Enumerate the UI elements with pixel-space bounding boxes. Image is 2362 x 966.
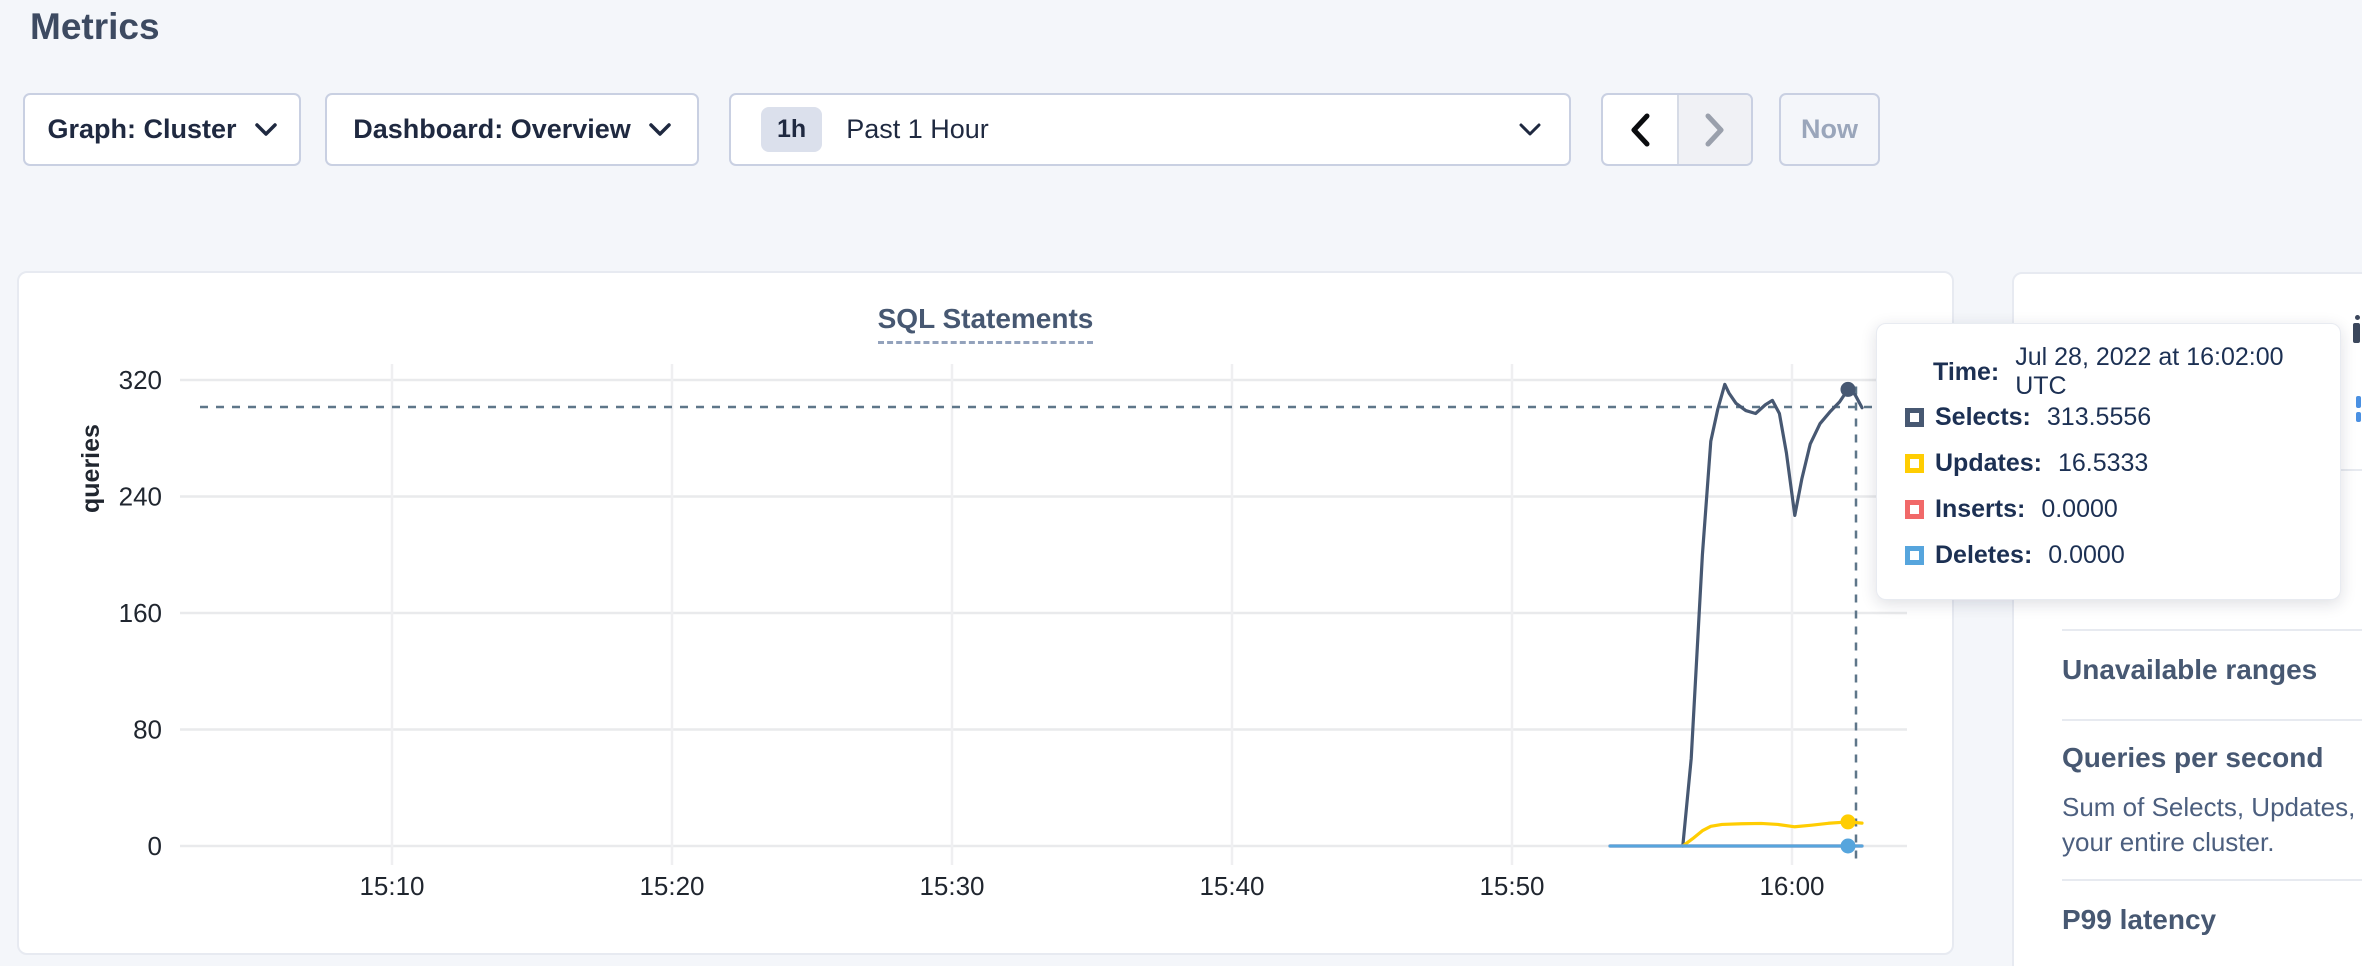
tooltip-series-value: 16.5333 — [2058, 449, 2148, 478]
tooltip-series-label: Inserts: — [1935, 495, 2025, 524]
sql-statements-chart[interactable]: 0 80 160 240 320 15:10 15:20 15:30 15:40 15:50 16:… — [19, 273, 1952, 953]
clipped-link-fragment — [2356, 396, 2361, 408]
selects-swatch-icon — [1905, 408, 1924, 427]
inserts-swatch-icon — [1905, 500, 1924, 519]
svg-text:240: 240 — [119, 482, 162, 512]
tooltip-time-label: Time: — [1933, 358, 1999, 387]
now-button[interactable]: Now — [1779, 93, 1880, 166]
sidebar-description-line: your entire cluster. — [2062, 825, 2274, 860]
sql-statements-card: SQL Statements queries 0 80 160 240 320 15:10… — [17, 271, 1954, 955]
tooltip-time-row: Time: Jul 28, 2022 at 16:02:00 UTC — [1905, 350, 2340, 394]
sidebar-divider — [2062, 879, 2362, 881]
tooltip-series-label: Selects: — [1935, 403, 2031, 432]
svg-text:80: 80 — [133, 715, 162, 745]
prev-time-button[interactable] — [1603, 95, 1677, 164]
svg-text:16:00: 16:00 — [1759, 871, 1824, 901]
time-nav-group — [1601, 93, 1753, 166]
time-range-label: Past 1 Hour — [846, 114, 1495, 145]
now-button-label: Now — [1801, 114, 1858, 145]
chevron-down-icon — [649, 123, 671, 137]
graph-dropdown-label: Graph: Cluster — [47, 114, 236, 145]
tooltip-time-value: Jul 28, 2022 at 16:02:00 UTC — [2015, 343, 2340, 401]
tooltip-series-value: 0.0000 — [2041, 495, 2117, 524]
updates-swatch-icon — [1905, 454, 1924, 473]
tooltip-series-row: Deletes: 0.0000 — [1905, 532, 2340, 578]
y-axis-label: queries — [77, 424, 106, 513]
sidebar-heading: Unavailable ranges — [2062, 654, 2317, 686]
chevron-left-icon — [1629, 113, 1651, 147]
sidebar-divider — [2062, 629, 2362, 631]
chart-title[interactable]: SQL Statements — [878, 303, 1094, 344]
svg-text:320: 320 — [119, 365, 162, 395]
sidebar-heading: P99 latency — [2062, 904, 2216, 936]
svg-text:15:10: 15:10 — [359, 871, 424, 901]
svg-text:15:40: 15:40 — [1199, 871, 1264, 901]
tooltip-series-value: 313.5556 — [2047, 403, 2151, 432]
graph-dropdown[interactable]: Graph: Cluster — [23, 93, 301, 166]
sidebar-description-line: Sum of Selects, Updates, Inser — [2062, 790, 2362, 825]
page-title: Metrics — [30, 6, 160, 48]
metrics-page: Metrics Graph: Cluster Dashboard: Overvi… — [0, 0, 2362, 966]
svg-text:15:20: 15:20 — [639, 871, 704, 901]
next-time-button[interactable] — [1677, 95, 1751, 164]
svg-text:160: 160 — [119, 598, 162, 628]
svg-text:15:30: 15:30 — [919, 871, 984, 901]
time-range-badge: 1h — [761, 107, 822, 152]
chevron-down-icon — [1519, 123, 1541, 137]
tooltip-series-row: Inserts: 0.0000 — [1905, 486, 2340, 532]
dashboard-dropdown-label: Dashboard: Overview — [353, 114, 631, 145]
tooltip-series-label: Deletes: — [1935, 541, 2032, 570]
svg-text:0: 0 — [148, 831, 162, 861]
chevron-down-icon — [255, 123, 277, 137]
clipped-text-fragment — [2353, 323, 2360, 343]
tooltip-series-value: 0.0000 — [2048, 541, 2124, 570]
dashboard-dropdown[interactable]: Dashboard: Overview — [325, 93, 699, 166]
tooltip-series-rows: Selects: 313.5556Updates: 16.5333 Inserts: 0… — [1905, 394, 2340, 578]
sidebar-divider — [2062, 719, 2362, 721]
tooltip-series-label: Updates: — [1935, 449, 2042, 478]
tooltip-series-row: Updates: 16.5333 — [1905, 440, 2340, 486]
svg-text:15:50: 15:50 — [1479, 871, 1544, 901]
chart-tooltip: Time: Jul 28, 2022 at 16:02:00 UTC Selec… — [1876, 323, 2341, 600]
clipped-text-fragment — [2355, 315, 2360, 320]
clipped-link-fragment — [2356, 412, 2361, 422]
chevron-right-icon — [1704, 113, 1726, 147]
deletes-swatch-icon — [1905, 546, 1924, 565]
time-range-dropdown[interactable]: 1h Past 1 Hour — [729, 93, 1571, 166]
sidebar-heading: Queries per second — [2062, 742, 2323, 774]
